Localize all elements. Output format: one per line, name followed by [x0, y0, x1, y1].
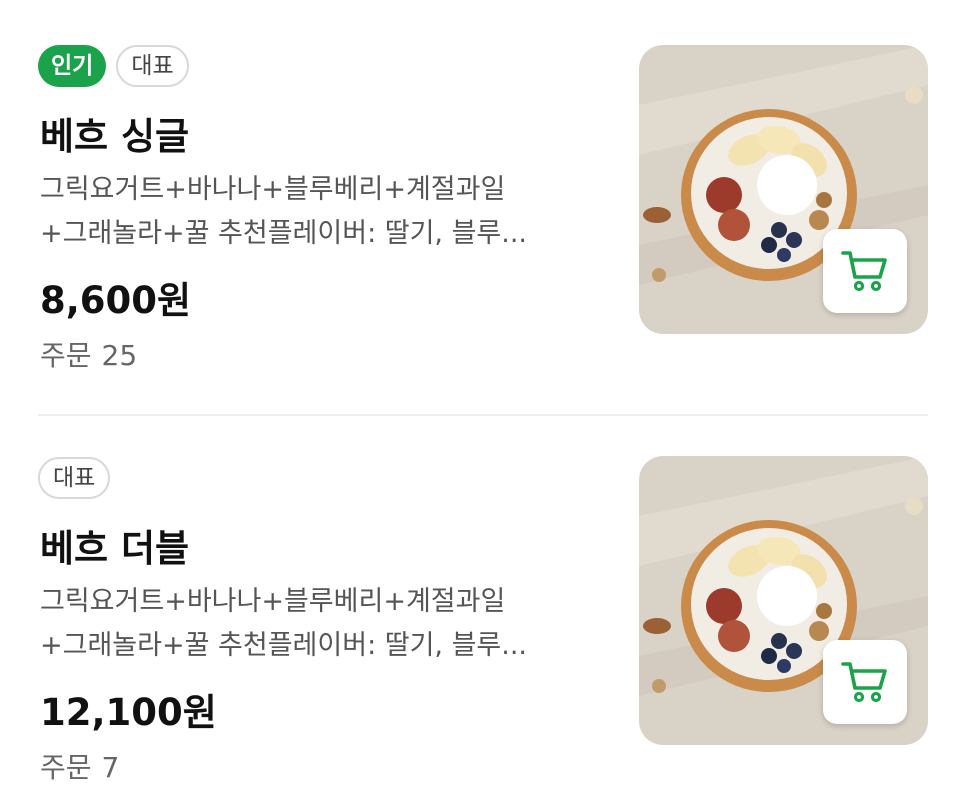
menu-item-description: 그릭요거트+바나나+블루베리+계절과일 +그래놀라+꿀 추천플레이버: 딸기, …	[40, 168, 580, 256]
badge-group: 대표	[38, 457, 111, 499]
menu-item-description: 그릭요거트+바나나+블루베리+계절과일 +그래놀라+꿀 추천플레이버: 딸기, …	[40, 580, 580, 668]
popular-badge: 인기	[38, 45, 107, 87]
shopping-cart-icon	[841, 251, 887, 292]
menu-item-price: 8,600원	[40, 279, 192, 322]
representative-badge: 대표	[116, 45, 189, 87]
order-count-value: 7	[101, 751, 120, 784]
order-count-label: 주문	[40, 339, 92, 372]
badge-group: 인기 대표	[38, 45, 189, 87]
menu-item-name[interactable]: 베흐 싱글	[40, 106, 189, 160]
shopping-cart-icon	[841, 662, 887, 703]
order-count: 주문 7	[40, 746, 119, 786]
menu-item-name[interactable]: 베흐 더블	[40, 518, 189, 572]
menu-item[interactable]: 대표 베흐 더블 그릭요거트+바나나+블루베리+계절과일 +그래놀라+꿀 추천플…	[0, 412, 966, 804]
representative-badge: 대표	[38, 457, 111, 499]
menu-item[interactable]: 인기 대표 베흐 싱글 그릭요거트+바나나+블루베리+계절과일 +그래놀라+꿀 …	[0, 0, 966, 412]
add-to-cart-button[interactable]	[823, 640, 907, 724]
order-count-label: 주문	[40, 751, 92, 784]
menu-item-image[interactable]	[639, 456, 928, 745]
order-count: 주문 25	[40, 334, 137, 374]
menu-item-image[interactable]	[639, 45, 928, 334]
description-line: +그래놀라+꿀 추천플레이버: 딸기, 블루...	[40, 218, 528, 249]
description-line: 그릭요거트+바나나+블루베리+계절과일	[40, 174, 506, 205]
add-to-cart-button[interactable]	[823, 229, 907, 313]
description-line: 그릭요거트+바나나+블루베리+계절과일	[40, 586, 506, 617]
order-count-value: 25	[101, 339, 138, 372]
menu-item-price: 12,100원	[40, 691, 217, 734]
description-line: +그래놀라+꿀 추천플레이버: 딸기, 블루...	[40, 630, 528, 661]
